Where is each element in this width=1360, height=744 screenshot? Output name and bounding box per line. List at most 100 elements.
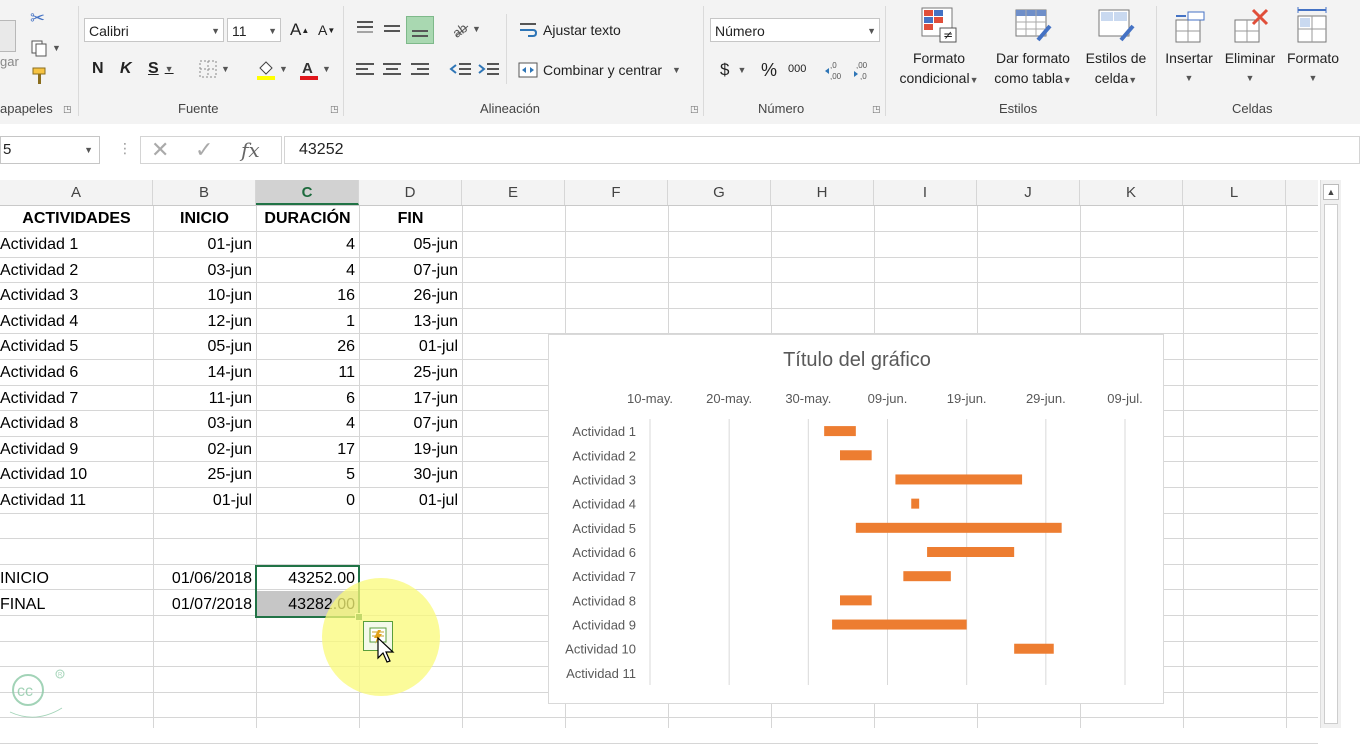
activity-name-cell[interactable]: Actividad 8 <box>0 411 153 436</box>
start-date-cell[interactable]: 11-jun <box>153 386 256 411</box>
duration-cell[interactable]: 5 <box>256 462 359 487</box>
number-format-select[interactable]: Número ▼ <box>710 18 880 42</box>
duration-cell[interactable]: 16 <box>256 283 359 308</box>
cell-styles-button[interactable]: Estilos de celda▼ <box>1080 6 1152 90</box>
duration-cell[interactable]: 26 <box>256 334 359 359</box>
align-center-button[interactable] <box>381 60 403 80</box>
activity-name-cell[interactable]: Actividad 6 <box>0 360 153 385</box>
merge-center-button[interactable]: Combinar y centrar ▼ <box>518 60 681 80</box>
end-date-cell[interactable]: 17-jun <box>359 386 462 411</box>
grow-font-button[interactable]: A ▲ <box>290 20 309 40</box>
summary-inicio-date[interactable]: 01/06/2018 <box>153 566 256 591</box>
duration-cell[interactable]: 11 <box>256 360 359 385</box>
activity-name-cell[interactable]: Actividad 5 <box>0 334 153 359</box>
enter-icon[interactable]: ✓ <box>195 137 213 163</box>
duration-cell[interactable]: 4 <box>256 232 359 257</box>
align-right-button[interactable] <box>409 60 431 80</box>
activity-name-cell[interactable]: Actividad 3 <box>0 283 153 308</box>
conditional-format-button[interactable]: ≠ Formato condicional▼ <box>892 6 986 90</box>
activity-name-cell[interactable]: Actividad 9 <box>0 437 153 462</box>
gantt-bar[interactable] <box>855 522 1062 533</box>
insert-cells-button[interactable]: Insertar ▼ <box>1160 6 1218 88</box>
header-cell-inicio[interactable]: INICIO <box>153 206 256 231</box>
start-date-cell[interactable]: 10-jun <box>153 283 256 308</box>
summary-inicio-label[interactable]: INICIO <box>0 566 153 591</box>
vertical-scrollbar[interactable]: ▲ <box>1320 180 1341 728</box>
gantt-bar[interactable] <box>927 547 1015 557</box>
column-header-c[interactable]: C <box>256 180 359 205</box>
gantt-chart[interactable]: Título del gráfico 10-may. 20-may. 30-may.… <box>548 334 1164 704</box>
decrease-indent-button[interactable] <box>449 60 473 80</box>
header-cell-actividades[interactable]: ACTIVIDADES <box>0 206 153 231</box>
gantt-bar[interactable] <box>895 474 1023 485</box>
thousands-button[interactable]: 000 <box>788 63 806 75</box>
increase-decimal-button[interactable]: ,0,00 <box>824 59 848 81</box>
activity-name-cell[interactable]: Actividad 1 <box>0 232 153 257</box>
duration-cell[interactable]: 4 <box>256 411 359 436</box>
italic-button[interactable]: K <box>120 60 132 78</box>
font-size-select[interactable]: 11 ▼ <box>227 18 281 42</box>
end-date-cell[interactable]: 01-jul <box>359 488 462 513</box>
column-header-i[interactable]: I <box>874 180 977 205</box>
header-cell-fin[interactable]: FIN <box>359 206 462 231</box>
end-date-cell[interactable]: 19-jun <box>359 437 462 462</box>
font-launcher-icon[interactable]: ◳ <box>330 104 339 115</box>
cancel-icon[interactable]: ✕ <box>151 137 169 163</box>
gantt-bar[interactable] <box>840 595 872 606</box>
end-date-cell[interactable]: 30-jun <box>359 462 462 487</box>
gantt-bar[interactable] <box>1014 643 1054 654</box>
duration-cell[interactable]: 6 <box>256 386 359 411</box>
font-color-button[interactable]: A ▼ <box>298 58 331 80</box>
underline-button[interactable]: S ▼ <box>148 60 174 78</box>
format-as-table-button[interactable]: Dar formato como tabla▼ <box>988 6 1078 90</box>
font-name-select[interactable]: Calibri ▼ <box>84 18 224 42</box>
activity-name-cell[interactable]: Actividad 7 <box>0 386 153 411</box>
gantt-bar[interactable] <box>824 426 856 437</box>
column-header-j[interactable]: J <box>977 180 1080 205</box>
formula-input[interactable]: 43252 <box>284 136 1360 164</box>
format-cells-button[interactable]: Formato ▼ <box>1282 6 1344 88</box>
gantt-bar[interactable] <box>832 619 967 630</box>
column-header-k[interactable]: K <box>1080 180 1183 205</box>
end-date-cell[interactable]: 01-jul <box>359 334 462 359</box>
align-middle-button[interactable] <box>381 18 403 40</box>
activity-name-cell[interactable]: Actividad 11 <box>0 488 153 513</box>
gantt-bar[interactable] <box>903 571 951 582</box>
end-date-cell[interactable]: 26-jun <box>359 283 462 308</box>
start-date-cell[interactable]: 01-jun <box>153 232 256 257</box>
align-top-button[interactable] <box>354 18 376 40</box>
duration-cell[interactable]: 4 <box>256 258 359 283</box>
column-header-d[interactable]: D <box>359 180 462 205</box>
duration-cell[interactable]: 0 <box>256 488 359 513</box>
number-launcher-icon[interactable]: ◳ <box>872 104 881 115</box>
start-date-cell[interactable]: 02-jun <box>153 437 256 462</box>
align-left-button[interactable] <box>354 60 376 80</box>
end-date-cell[interactable]: 07-jun <box>359 411 462 436</box>
column-header-g[interactable]: G <box>668 180 771 205</box>
bold-button[interactable]: N <box>92 60 104 78</box>
end-date-cell[interactable]: 07-jun <box>359 258 462 283</box>
column-header-f[interactable]: F <box>565 180 668 205</box>
alignment-launcher-icon[interactable]: ◳ <box>690 104 699 115</box>
activity-name-cell[interactable]: Actividad 2 <box>0 258 153 283</box>
start-date-cell[interactable]: 03-jun <box>153 411 256 436</box>
header-cell-duracion[interactable]: DURACIÓN <box>256 206 359 231</box>
gantt-bar[interactable] <box>911 498 920 509</box>
copy-icon[interactable]: ▼ <box>30 38 61 58</box>
column-header-h[interactable]: H <box>771 180 874 205</box>
summary-final-label[interactable]: FINAL <box>0 592 153 617</box>
start-date-cell[interactable]: 03-jun <box>153 258 256 283</box>
currency-button[interactable]: $ ▼ <box>720 60 746 80</box>
start-date-cell[interactable]: 05-jun <box>153 334 256 359</box>
start-date-cell[interactable]: 01-jul <box>153 488 256 513</box>
cut-icon[interactable]: ✂ <box>30 8 45 29</box>
activity-name-cell[interactable]: Actividad 10 <box>0 462 153 487</box>
start-date-cell[interactable]: 14-jun <box>153 360 256 385</box>
gantt-bar[interactable] <box>840 450 872 461</box>
wrap-text-button[interactable]: Ajustar texto <box>518 20 621 40</box>
column-header-l[interactable]: L <box>1183 180 1286 205</box>
increase-indent-button[interactable] <box>477 60 501 80</box>
paste-button[interactable]: gar <box>0 20 19 69</box>
end-date-cell[interactable]: 13-jun <box>359 309 462 334</box>
format-painter-icon[interactable] <box>30 66 50 86</box>
